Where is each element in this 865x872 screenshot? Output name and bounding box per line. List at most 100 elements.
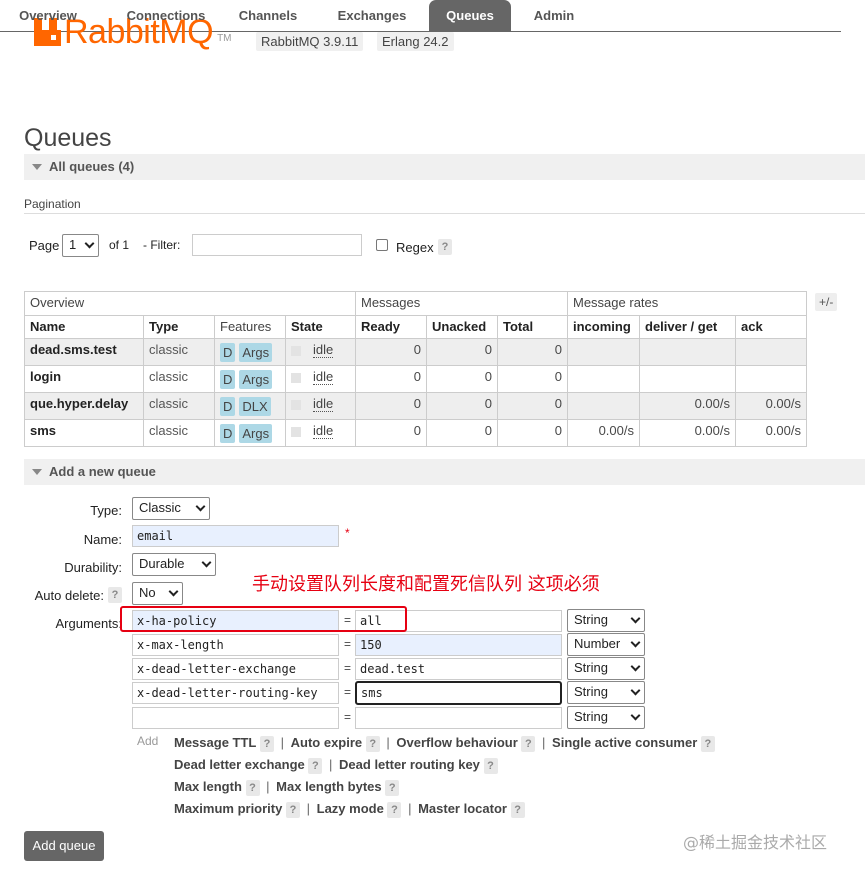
- queue-name-link[interactable]: login: [24, 365, 144, 393]
- chevron-down-icon: [195, 501, 206, 512]
- help-icon[interactable]: ?: [245, 780, 260, 796]
- queue-name-link[interactable]: que.hyper.delay: [24, 392, 144, 420]
- separator: |: [266, 779, 270, 794]
- shortcut-master-locator[interactable]: Master locator: [418, 801, 507, 816]
- durability-select[interactable]: Durable: [132, 553, 216, 576]
- tab-overview[interactable]: Overview: [8, 0, 88, 32]
- argument-value-input[interactable]: 150: [355, 634, 562, 656]
- shortcut-single-active-consumer[interactable]: Single active consumer: [552, 735, 697, 750]
- separator: |: [306, 801, 310, 816]
- shortcut-lazy-mode[interactable]: Lazy mode: [317, 801, 384, 816]
- regex-help-icon[interactable]: ?: [438, 239, 452, 255]
- regex-checkbox[interactable]: [376, 239, 388, 251]
- col-incoming[interactable]: incoming: [567, 315, 640, 339]
- shortcut-auto-expire[interactable]: Auto expire: [291, 735, 363, 750]
- queue-name-link[interactable]: dead.sms.test: [24, 338, 144, 366]
- col-ready[interactable]: Ready: [355, 315, 427, 339]
- help-icon[interactable]: ?: [521, 736, 536, 752]
- col-total[interactable]: Total: [497, 315, 568, 339]
- chevron-down-icon: [168, 586, 179, 597]
- queues-table: Overview Messages Message rates Name Typ…: [24, 291, 807, 447]
- type-select[interactable]: Classic: [132, 497, 210, 520]
- page-of-label: of 1: [109, 238, 130, 252]
- queue-ready: 0: [355, 338, 427, 366]
- feature-dlx-tag: DLX: [239, 397, 271, 416]
- col-name[interactable]: Name: [24, 315, 144, 339]
- argument-type-value: String: [574, 660, 608, 675]
- erlang-version-badge: Erlang 24.2: [377, 32, 454, 51]
- argument-key-input[interactable]: [132, 707, 339, 729]
- shortcut-maximum-priority[interactable]: Maximum priority: [174, 801, 282, 816]
- help-icon[interactable]: ?: [483, 758, 498, 774]
- argument-key-input[interactable]: x-dead-letter-routing-key: [132, 682, 339, 704]
- shortcut-max-length-bytes[interactable]: Max length bytes: [276, 779, 381, 794]
- add-queue-toggle[interactable]: Add a new queue: [24, 459, 865, 485]
- col-deliver-get[interactable]: deliver / get: [639, 315, 736, 339]
- argument-type-select[interactable]: String: [567, 609, 645, 632]
- argument-value-input[interactable]: sms: [355, 681, 562, 705]
- all-queues-toggle[interactable]: All queues (4): [24, 154, 865, 180]
- state-square-icon: [291, 345, 301, 356]
- help-icon[interactable]: ?: [285, 802, 300, 818]
- durability-label: Durability:: [64, 560, 122, 575]
- col-state[interactable]: State: [285, 315, 356, 339]
- tab-queues[interactable]: Queues: [429, 0, 511, 32]
- help-icon[interactable]: ?: [700, 736, 715, 752]
- queue-ack: [735, 365, 807, 393]
- queue-deliver-get: 0.00/s: [639, 392, 736, 420]
- shortcut-dead-letter-routing-key[interactable]: Dead letter routing key: [339, 757, 480, 772]
- argument-type-select[interactable]: String: [567, 657, 645, 680]
- help-icon[interactable]: ?: [365, 736, 380, 752]
- help-icon[interactable]: ?: [387, 802, 402, 818]
- col-type[interactable]: Type: [143, 315, 215, 339]
- help-icon[interactable]: ?: [259, 736, 274, 752]
- chevron-down-icon: [630, 710, 641, 721]
- tab-channels[interactable]: Channels: [230, 0, 306, 32]
- logo-tm: TM: [217, 33, 232, 44]
- columns-toggle-button[interactable]: +/-: [815, 293, 838, 311]
- help-icon[interactable]: ?: [510, 802, 525, 818]
- queue-type: classic: [143, 392, 215, 420]
- queue-state: idle: [285, 365, 356, 393]
- feature-args-tag: Args: [239, 424, 273, 443]
- state-square-icon: [291, 399, 301, 410]
- argument-key-input[interactable]: x-dead-letter-exchange: [132, 658, 339, 680]
- add-shortcuts-label: Add: [137, 734, 159, 748]
- queue-name-input[interactable]: email: [132, 525, 339, 547]
- tab-exchanges[interactable]: Exchanges: [326, 0, 418, 32]
- queue-total: 0: [497, 392, 568, 420]
- shortcut-max-length[interactable]: Max length: [174, 779, 242, 794]
- argument-value-input[interactable]: [355, 707, 562, 729]
- help-icon[interactable]: ?: [308, 758, 323, 774]
- pagination-label: Pagination: [24, 197, 81, 211]
- argument-value-input[interactable]: dead.test: [355, 658, 562, 680]
- filter-input[interactable]: [192, 234, 362, 256]
- required-mark: *: [345, 526, 350, 540]
- argument-key-input[interactable]: x-max-length: [132, 634, 339, 656]
- auto-delete-help-icon[interactable]: ?: [108, 587, 122, 603]
- shortcut-overflow-behaviour[interactable]: Overflow behaviour: [396, 735, 517, 750]
- page-select-value: 1: [69, 237, 77, 252]
- argument-type-select[interactable]: String: [567, 681, 645, 704]
- chevron-down-icon: [84, 238, 95, 249]
- table-row: sms classic D Args idle 0 0 0 0.00/s 0.00…: [24, 419, 807, 447]
- chevron-down-icon: [630, 661, 641, 672]
- page-label: Page: [29, 238, 60, 253]
- tab-admin[interactable]: Admin: [525, 0, 583, 32]
- auto-delete-select[interactable]: No: [132, 582, 183, 605]
- add-queue-button[interactable]: Add queue: [24, 831, 104, 861]
- chevron-down-icon: [630, 637, 641, 648]
- help-icon[interactable]: ?: [385, 780, 400, 796]
- col-unacked[interactable]: Unacked: [426, 315, 498, 339]
- col-ack[interactable]: ack: [735, 315, 807, 339]
- queue-name-link[interactable]: sms: [24, 419, 144, 447]
- shortcut-message-ttl[interactable]: Message TTL: [174, 735, 256, 750]
- separator: |: [280, 735, 284, 750]
- shortcut-dead-letter-exchange[interactable]: Dead letter exchange: [174, 757, 305, 772]
- argument-equals: =: [344, 661, 352, 675]
- page-select[interactable]: 1: [62, 234, 99, 257]
- tab-connections[interactable]: Connections: [108, 0, 224, 32]
- argument-type-select[interactable]: Number: [567, 633, 645, 656]
- argument-type-select[interactable]: String: [567, 706, 645, 729]
- queue-deliver-get: [639, 365, 736, 393]
